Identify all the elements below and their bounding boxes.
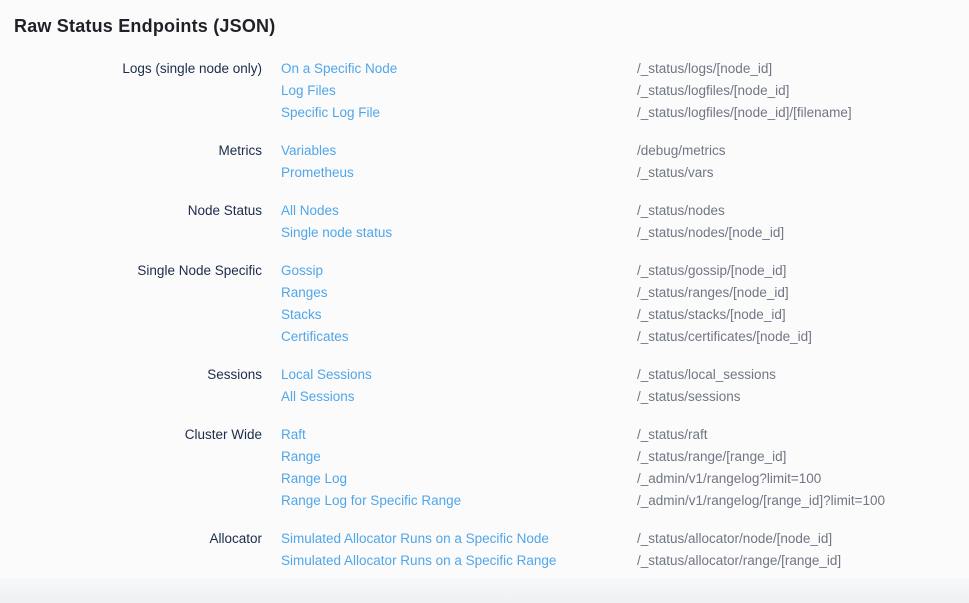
links-column: VariablesPrometheus bbox=[262, 140, 637, 184]
endpoint-link[interactable]: Variables bbox=[281, 140, 336, 162]
endpoint-sections: Logs (single node only) On a Specific No… bbox=[14, 58, 955, 572]
paths-column: /_status/logs/[node_id]/_status/logfiles… bbox=[637, 58, 955, 124]
endpoint-link[interactable]: Stacks bbox=[281, 304, 322, 326]
paths-column: /_status/allocator/node/[node_id]/_statu… bbox=[637, 528, 955, 572]
endpoint-link[interactable]: Specific Log File bbox=[281, 102, 380, 124]
links-column: Local SessionsAll Sessions bbox=[262, 364, 637, 408]
category-label: Node Status bbox=[14, 200, 262, 244]
links-column: RaftRangeRange LogRange Log for Specific… bbox=[262, 424, 637, 512]
links-column: All NodesSingle node status bbox=[262, 200, 637, 244]
endpoint-link[interactable]: All Sessions bbox=[281, 386, 355, 408]
category-label: Single Node Specific bbox=[14, 260, 262, 348]
endpoint-path: /_status/range/[range_id] bbox=[637, 446, 786, 468]
category-label: Allocator bbox=[14, 528, 262, 572]
links-column: On a Specific NodeLog FilesSpecific Log … bbox=[262, 58, 637, 124]
endpoint-path: /_status/logs/[node_id] bbox=[637, 58, 772, 80]
endpoint-path: /_status/raft bbox=[637, 424, 708, 446]
endpoint-path: /_status/stacks/[node_id] bbox=[637, 304, 786, 326]
endpoint-path: /_admin/v1/rangelog?limit=100 bbox=[637, 468, 821, 490]
endpoint-link[interactable]: Ranges bbox=[281, 282, 328, 304]
endpoint-path: /_status/gossip/[node_id] bbox=[637, 260, 786, 282]
endpoint-path: /_status/nodes bbox=[637, 200, 725, 222]
paths-column: /debug/metrics/_status/vars bbox=[637, 140, 955, 184]
endpoint-path: /_admin/v1/rangelog/[range_id]?limit=100 bbox=[637, 490, 885, 512]
category-label: Logs (single node only) bbox=[14, 58, 262, 124]
endpoint-path: /_status/allocator/node/[node_id] bbox=[637, 528, 832, 550]
endpoint-link[interactable]: All Nodes bbox=[281, 200, 339, 222]
links-column: GossipRangesStacksCertificates bbox=[262, 260, 637, 348]
endpoint-path: /_status/nodes/[node_id] bbox=[637, 222, 784, 244]
endpoint-section: Metrics VariablesPrometheus /debug/metri… bbox=[14, 140, 955, 184]
endpoint-path: /_status/sessions bbox=[637, 386, 741, 408]
page-title: Raw Status Endpoints (JSON) bbox=[14, 13, 955, 39]
endpoint-path: /debug/metrics bbox=[637, 140, 726, 162]
endpoint-section: Allocator Simulated Allocator Runs on a … bbox=[14, 528, 955, 572]
endpoint-section: Cluster Wide RaftRangeRange LogRange Log… bbox=[14, 424, 955, 512]
links-column: Simulated Allocator Runs on a Specific N… bbox=[262, 528, 637, 572]
footer-strip bbox=[0, 578, 969, 603]
paths-column: /_status/gossip/[node_id]/_status/ranges… bbox=[637, 260, 955, 348]
endpoint-link[interactable]: Raft bbox=[281, 424, 306, 446]
endpoint-link[interactable]: Local Sessions bbox=[281, 364, 372, 386]
category-label: Sessions bbox=[14, 364, 262, 408]
endpoint-section: Node Status All NodesSingle node status … bbox=[14, 200, 955, 244]
endpoint-link[interactable]: Simulated Allocator Runs on a Specific R… bbox=[281, 550, 556, 572]
endpoint-path: /_status/allocator/range/[range_id] bbox=[637, 550, 841, 572]
endpoint-section: Logs (single node only) On a Specific No… bbox=[14, 58, 955, 124]
endpoint-path: /_status/logfiles/[node_id]/[filename] bbox=[637, 102, 852, 124]
category-label: Metrics bbox=[14, 140, 262, 184]
endpoint-link[interactable]: Range Log bbox=[281, 468, 347, 490]
endpoint-link[interactable]: Range bbox=[281, 446, 321, 468]
paths-column: /_status/raft/_status/range/[range_id]/_… bbox=[637, 424, 955, 512]
endpoint-path: /_status/logfiles/[node_id] bbox=[637, 80, 789, 102]
endpoint-link[interactable]: On a Specific Node bbox=[281, 58, 397, 80]
raw-status-endpoints-page: Raw Status Endpoints (JSON) Logs (single… bbox=[0, 0, 969, 572]
endpoint-path: /_status/vars bbox=[637, 162, 714, 184]
category-label: Cluster Wide bbox=[14, 424, 262, 512]
endpoint-path: /_status/local_sessions bbox=[637, 364, 776, 386]
paths-column: /_status/nodes/_status/nodes/[node_id] bbox=[637, 200, 955, 244]
endpoint-section: Single Node Specific GossipRangesStacksC… bbox=[14, 260, 955, 348]
endpoint-link[interactable]: Single node status bbox=[281, 222, 392, 244]
endpoint-link[interactable]: Range Log for Specific Range bbox=[281, 490, 461, 512]
endpoint-link[interactable]: Gossip bbox=[281, 260, 323, 282]
paths-column: /_status/local_sessions/_status/sessions bbox=[637, 364, 955, 408]
endpoint-section: Sessions Local SessionsAll Sessions /_st… bbox=[14, 364, 955, 408]
endpoint-path: /_status/ranges/[node_id] bbox=[637, 282, 789, 304]
endpoint-link[interactable]: Certificates bbox=[281, 326, 349, 348]
endpoint-path: /_status/certificates/[node_id] bbox=[637, 326, 812, 348]
endpoint-link[interactable]: Prometheus bbox=[281, 162, 354, 184]
endpoint-link[interactable]: Simulated Allocator Runs on a Specific N… bbox=[281, 528, 549, 550]
endpoint-link[interactable]: Log Files bbox=[281, 80, 336, 102]
